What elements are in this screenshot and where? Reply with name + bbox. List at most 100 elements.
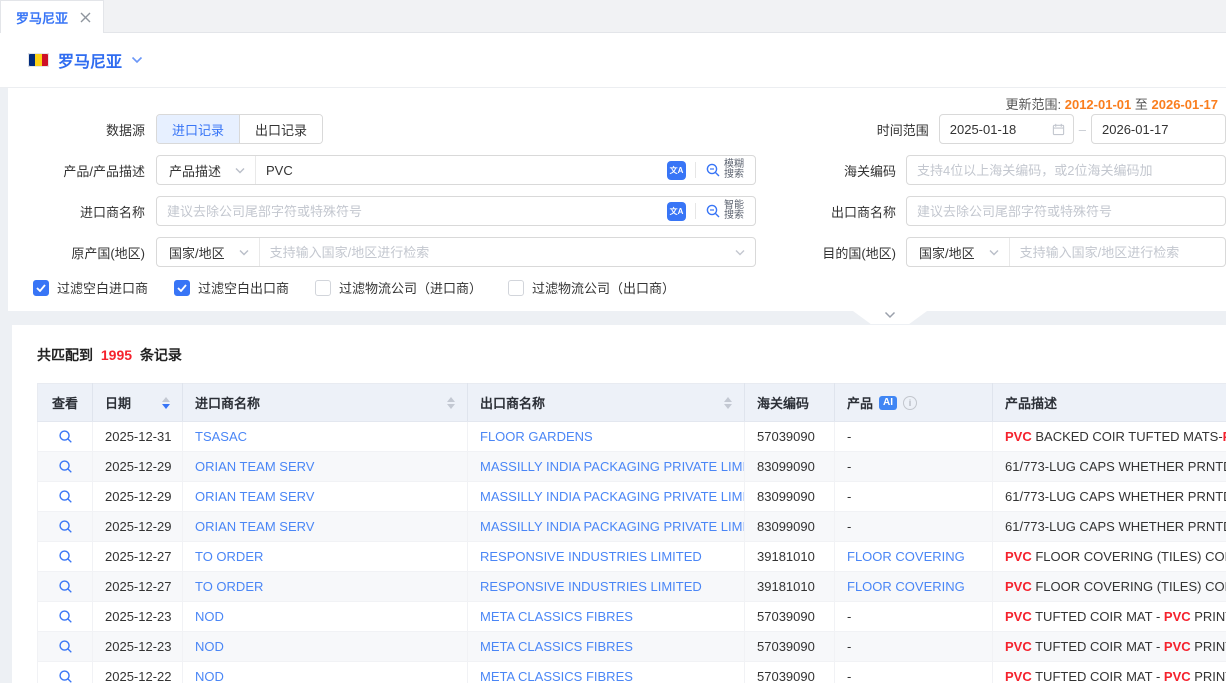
date-cell: 2025-12-29	[93, 452, 183, 482]
hs-code-cell: 83099090	[745, 512, 835, 542]
chevron-down-icon	[884, 311, 896, 319]
table-row: 2025-12-29 ORIAN TEAM SERV MASSILLY INDI…	[38, 452, 1226, 482]
sort-exporter-control[interactable]	[724, 397, 732, 409]
country-title[interactable]: 罗马尼亚	[58, 48, 122, 72]
date-cell: 2025-12-29	[93, 512, 183, 542]
date-cell: 2025-12-29	[93, 482, 183, 512]
importer-link[interactable]: ORIAN TEAM SERV	[195, 519, 314, 534]
product-type-select[interactable]: 产品描述	[157, 156, 256, 184]
exporter-link[interactable]: META CLASSICS FIBRES	[480, 609, 633, 624]
origin-country-select-value: 国家/地区	[169, 243, 225, 262]
exporter-cell: META CLASSICS FIBRES	[468, 632, 745, 662]
exporter-input[interactable]	[907, 197, 1225, 225]
importer-link[interactable]: NOD	[195, 639, 224, 654]
summary-prefix: 共匹配到	[37, 347, 93, 363]
view-record-button[interactable]	[56, 607, 75, 626]
exporter-link[interactable]: MASSILLY INDIA PACKAGING PRIVATE LIMI...	[480, 459, 745, 474]
magnifier-icon	[58, 609, 73, 624]
exporter-link[interactable]: FLOOR GARDENS	[480, 429, 593, 444]
table-row: 2025-12-22 NOD META CLASSICS FIBRES 5703…	[38, 662, 1226, 683]
hs-code-label: 海关编码	[756, 161, 896, 180]
view-record-button[interactable]	[56, 637, 75, 656]
exporter-cell: META CLASSICS FIBRES	[468, 602, 745, 632]
importer-input[interactable]	[157, 197, 667, 225]
country-header: 罗马尼亚	[0, 33, 1226, 88]
search-icon	[705, 162, 721, 178]
destination-country-select-value: 国家/地区	[919, 243, 975, 262]
import-records-button[interactable]: 进口记录	[157, 115, 239, 143]
exporter-link[interactable]: RESPONSIVE INDUSTRIES LIMITED	[480, 579, 702, 594]
importer-link[interactable]: ORIAN TEAM SERV	[195, 489, 314, 504]
magnifier-icon	[58, 459, 73, 474]
importer-link[interactable]: TSASAC	[195, 429, 247, 444]
collapse-filter-button[interactable]	[853, 311, 927, 324]
col-description: 产品描述	[993, 384, 1226, 422]
chevron-down-icon[interactable]	[131, 56, 143, 64]
product-link[interactable]: FLOOR COVERING	[847, 579, 965, 594]
translate-icon[interactable]: 文A	[667, 202, 686, 221]
filter-logistics-importer-checkbox[interactable]: 过滤物流公司（进口商）	[315, 278, 482, 297]
view-record-button[interactable]	[56, 457, 75, 476]
importer-link[interactable]: TO ORDER	[195, 579, 263, 594]
col-date: 日期	[93, 384, 183, 422]
export-records-button[interactable]: 出口记录	[239, 115, 322, 143]
fuzzy-search-button[interactable]: 模糊搜索	[705, 160, 755, 180]
view-cell	[38, 572, 93, 602]
exporter-link[interactable]: MASSILLY INDIA PACKAGING PRIVATE LIMI...	[480, 519, 745, 534]
table-row: 2025-12-23 NOD META CLASSICS FIBRES 5703…	[38, 632, 1226, 662]
importer-cell: TO ORDER	[183, 572, 468, 602]
destination-country-select[interactable]: 国家/地区	[907, 238, 1010, 266]
importer-link[interactable]: NOD	[195, 669, 224, 683]
product-link[interactable]: FLOOR COVERING	[847, 549, 965, 564]
tab-romania[interactable]: 罗马尼亚	[0, 0, 104, 33]
product-cell: -	[835, 452, 993, 482]
filter-blank-exporter-checkbox[interactable]: 过滤空白出口商	[174, 278, 289, 297]
translate-icon[interactable]: 文A	[667, 161, 686, 180]
product-cell: FLOOR COVERING	[835, 542, 993, 572]
update-range-start: 2012-01-01	[1065, 97, 1132, 112]
time-range-start-input[interactable]: 2025-01-18	[939, 114, 1074, 144]
update-range-end: 2026-01-17	[1152, 97, 1219, 112]
view-record-button[interactable]	[56, 667, 75, 683]
view-record-button[interactable]	[56, 547, 75, 566]
exporter-link[interactable]: RESPONSIVE INDUSTRIES LIMITED	[480, 549, 702, 564]
importer-link[interactable]: NOD	[195, 609, 224, 624]
product-input[interactable]	[256, 156, 667, 184]
exporter-link[interactable]: META CLASSICS FIBRES	[480, 639, 633, 654]
product-label: 产品/产品描述	[8, 161, 145, 180]
destination-country-input[interactable]	[1010, 238, 1225, 266]
hs-code-input[interactable]	[907, 156, 1225, 184]
origin-country-input[interactable]	[260, 238, 735, 266]
tab-close-icon[interactable]	[80, 12, 91, 23]
data-source-segmented: 进口记录 出口记录	[156, 114, 323, 144]
exporter-link[interactable]: MASSILLY INDIA PACKAGING PRIVATE LIMI...	[480, 489, 745, 504]
description-cell: 61/773-LUG CAPS WHETHER PRNTD...	[993, 512, 1226, 542]
exporter-cell: META CLASSICS FIBRES	[468, 662, 745, 683]
description-cell: 61/773-LUG CAPS WHETHER PRNTD...	[993, 452, 1226, 482]
sort-date-control[interactable]	[162, 397, 170, 409]
origin-country-select[interactable]: 国家/地区	[157, 238, 260, 266]
filter-blank-importer-checkbox[interactable]: 过滤空白进口商	[33, 278, 148, 297]
importer-link[interactable]: ORIAN TEAM SERV	[195, 459, 314, 474]
col-view: 查看	[38, 384, 93, 422]
view-record-button[interactable]	[56, 487, 75, 506]
importer-cell: NOD	[183, 662, 468, 683]
exporter-link[interactable]: META CLASSICS FIBRES	[480, 669, 633, 683]
sort-importer-control[interactable]	[447, 397, 455, 409]
view-record-button[interactable]	[56, 517, 75, 536]
description-cell: PVC TUFTED COIR MAT - PVC PRINT...	[993, 602, 1226, 632]
update-range: 更新范围: 2012-01-01 至 2026-01-17	[8, 94, 1226, 114]
date-cell: 2025-12-23	[93, 632, 183, 662]
view-record-button[interactable]	[56, 427, 75, 446]
exporter-cell: MASSILLY INDIA PACKAGING PRIVATE LIMI...	[468, 452, 745, 482]
chevron-down-icon[interactable]	[735, 249, 755, 256]
time-range-end-input[interactable]: 2026-01-17	[1091, 114, 1226, 144]
filter-logistics-exporter-checkbox[interactable]: 过滤物流公司（出口商）	[508, 278, 675, 297]
smart-search-button[interactable]: 智能搜索	[705, 201, 755, 221]
results-count: 1995	[101, 347, 132, 363]
product-cell: -	[835, 602, 993, 632]
importer-link[interactable]: TO ORDER	[195, 549, 263, 564]
info-icon[interactable]: i	[903, 396, 917, 410]
date-cell: 2025-12-23	[93, 602, 183, 632]
view-record-button[interactable]	[56, 577, 75, 596]
